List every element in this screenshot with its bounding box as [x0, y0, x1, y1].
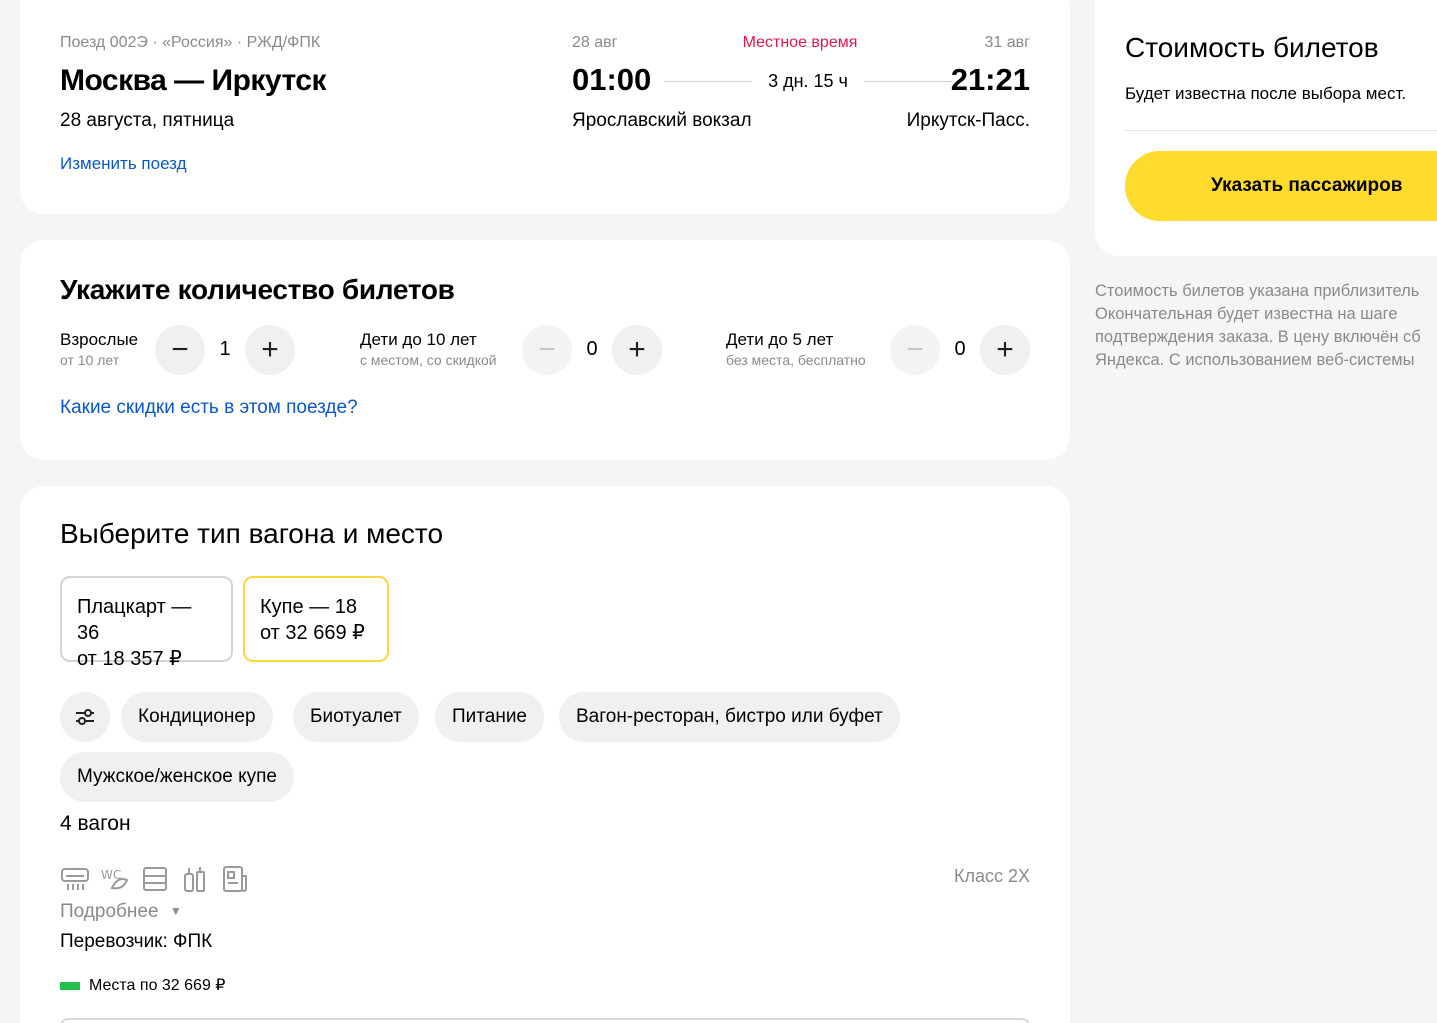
train-meta: Поезд 002Э · «Россия» · РЖД/ФПК	[60, 34, 321, 51]
class-option-price: от 18 357 ₽	[77, 648, 182, 670]
children10-label-group: Дети до 10 лет с местом, со скидкой	[360, 330, 497, 368]
price-title: Стоимость билетов	[1125, 32, 1379, 63]
duration-line-right	[864, 81, 952, 82]
adults-minus-button[interactable]: −	[155, 325, 205, 375]
caret-down-icon: ▼	[169, 904, 182, 918]
price-disclaimer-line: Яндекса. С использованием веб-системы	[1095, 351, 1415, 369]
children5-plus-button[interactable]: +	[980, 325, 1030, 375]
details-toggle[interactable]: Подробнее ▼	[60, 901, 182, 923]
press-icon	[223, 866, 247, 892]
children10-label: Дети до 10 лет	[360, 330, 477, 349]
filter-chip-conditioner[interactable]: Кондиционер	[121, 692, 273, 742]
price-legend-swatch	[60, 982, 80, 990]
adults-label: Взрослые	[60, 330, 139, 349]
biotoilet-icon: WC	[101, 868, 129, 890]
arrival-time: 21:21	[950, 62, 1030, 97]
arrival-date: 31 авг	[984, 34, 1030, 51]
adults-sub: от 10 лет	[60, 352, 120, 368]
departure-date: 28 авг	[572, 34, 618, 51]
children5-count: 0	[954, 338, 966, 360]
filter-chip-restaurant[interactable]: Вагон-ресторан, бистро или буфет	[559, 692, 900, 742]
price-legend-text: Места по 32 669 ₽	[89, 977, 226, 994]
bed-linen-icon	[143, 867, 167, 891]
price-disclaimer: Стоимость билетов указана приблизитель О…	[1095, 280, 1437, 372]
adults-count: 1	[219, 338, 231, 360]
filter-chip-gender-coupe[interactable]: Мужское/женское купе	[60, 752, 294, 802]
class-option-price: от 32 669 ₽	[260, 622, 365, 644]
wagon-seat-map[interactable]	[60, 1018, 1030, 1023]
air-conditioner-icon	[61, 868, 89, 890]
route-title: Москва — Иркутск	[60, 64, 326, 97]
wagon-selection-title: Выберите тип вагона и место	[60, 518, 444, 549]
route-date: 28 августа, пятница	[60, 110, 235, 131]
children10-plus-button[interactable]: +	[612, 325, 662, 375]
specify-passengers-button[interactable]: Указать пассажиров	[1125, 151, 1437, 221]
filter-chip-food[interactable]: Питание	[435, 692, 544, 742]
change-train-link[interactable]: Изменить поезд	[60, 154, 187, 174]
children5-minus-button[interactable]: −	[890, 325, 940, 375]
train-info-card: Поезд 002Э · «Россия» · РЖД/ФПК Москва —…	[20, 0, 1070, 214]
price-disclaimer-line: подтверждения заказа. В цену включён сб	[1095, 328, 1421, 346]
price-divider	[1125, 130, 1437, 131]
arrival-station: Иркутск-Пасс.	[906, 110, 1030, 131]
discounts-link[interactable]: Какие скидки есть в этом поезде?	[60, 397, 358, 419]
class-option-name: Купе — 18	[260, 596, 357, 618]
children10-minus-button[interactable]: −	[522, 325, 572, 375]
departure-station: Ярославский вокзал	[572, 110, 752, 131]
service-class-label: Класс 2Х	[953, 866, 1030, 886]
ticket-count-card: Укажите количество билетов Взрослые от 1…	[20, 240, 1070, 460]
hygiene-kit-icon	[184, 867, 205, 892]
price-disclaimer-line: Стоимость билетов указана приблизитель	[1095, 282, 1420, 300]
ticket-count-title: Укажите количество билетов	[60, 274, 455, 305]
wagon-selection-card: Выберите тип вагона и место Плацкарт — 3…	[20, 486, 1070, 1023]
carrier-info: Перевозчик: ФПК	[60, 931, 213, 952]
duration-line-left	[664, 81, 752, 82]
details-toggle-label: Подробнее	[60, 901, 159, 922]
trip-duration: 3 дн. 15 ч	[768, 71, 848, 91]
class-option-kupe[interactable]: Купе — 18 от 32 669 ₽	[243, 576, 389, 662]
local-time-label: Местное время	[742, 34, 858, 51]
price-subtitle: Будет известна после выбора мест.	[1125, 84, 1407, 103]
filters-button[interactable]	[60, 692, 110, 742]
class-option-name: Плацкарт — 36	[77, 596, 192, 644]
filter-chip-biotoilet[interactable]: Биотуалет	[293, 692, 419, 742]
children5-label: Дети до 5 лет	[726, 330, 834, 349]
adults-label-group: Взрослые от 10 лет	[60, 330, 138, 368]
class-option-platskart[interactable]: Плацкарт — 36 от 18 357 ₽	[60, 576, 233, 670]
adults-plus-button[interactable]: +	[245, 325, 295, 375]
children5-label-group: Дети до 5 лет без места, бесплатно	[726, 330, 866, 368]
price-summary-card: Стоимость билетов Будет известна после в…	[1095, 0, 1437, 256]
price-disclaimer-line: Окончательная будет известна на шаге	[1095, 305, 1398, 323]
children10-sub: с местом, со скидкой	[360, 352, 497, 368]
children10-count: 0	[586, 338, 598, 360]
children5-sub: без места, бесплатно	[726, 352, 866, 368]
sliders-icon	[76, 709, 94, 725]
wagon-number: 4 вагон	[60, 812, 131, 835]
departure-time: 01:00	[572, 62, 652, 97]
